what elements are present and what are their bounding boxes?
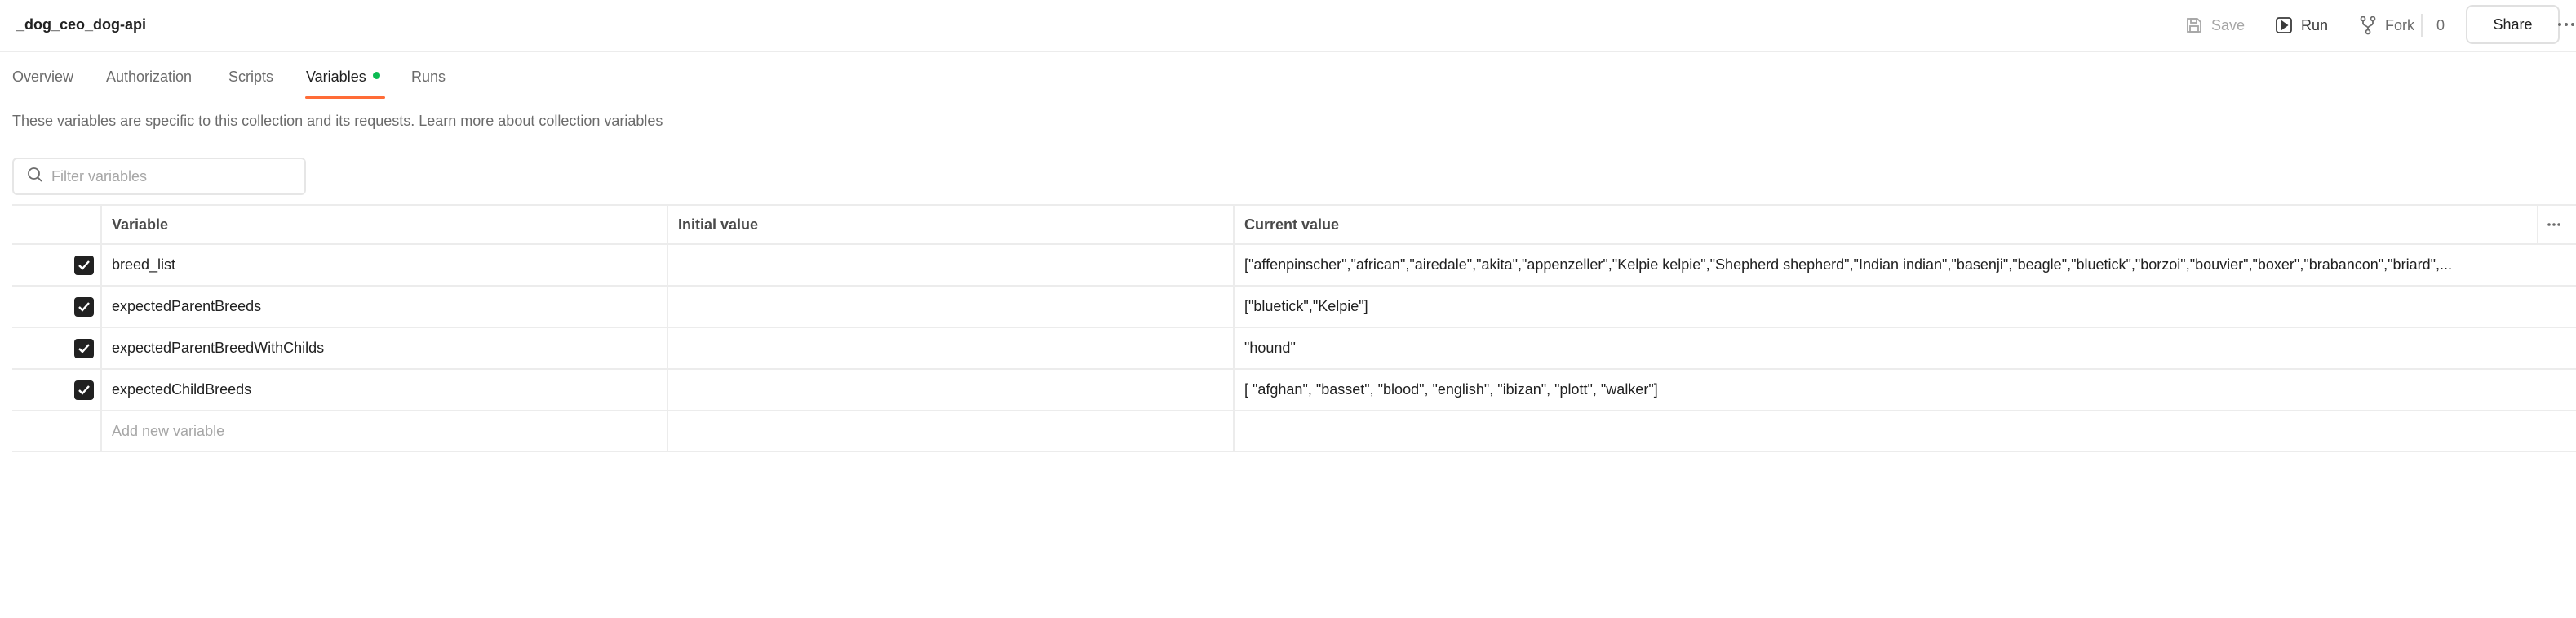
current-value-cell[interactable]: ["bluetick","Kelpie"] (1233, 287, 2576, 327)
tab-scripts[interactable]: Scripts (228, 67, 273, 87)
unsaved-indicator-dot (372, 72, 380, 79)
initial-value-cell[interactable] (667, 370, 1233, 410)
fork-icon (2359, 16, 2377, 35)
filter-variables-input[interactable] (51, 167, 296, 185)
collection-header: _dog_ceo_dog-api Save Run Fork 0 Share (0, 0, 2576, 52)
table-options-icon[interactable] (2537, 206, 2569, 243)
current-value-text: ["bluetick","Kelpie"] (1244, 298, 1368, 314)
variable-name-cell[interactable]: expectedChildBreeds (100, 370, 667, 410)
table-row: expectedParentBreeds ["bluetick","Kelpie… (12, 287, 2576, 328)
fork-label: Fork (2385, 17, 2414, 33)
save-label: Save (2211, 17, 2246, 33)
header-check-cell (12, 206, 100, 243)
tab-runs[interactable]: Runs (411, 67, 446, 87)
table-row: breed_list ["affenpinscher","african","a… (12, 245, 2576, 287)
active-tab-indicator (305, 96, 385, 99)
variable-name-cell[interactable]: expectedParentBreeds (100, 287, 667, 327)
initial-value-cell[interactable] (667, 328, 1233, 368)
description-text: These variables are specific to this col… (12, 113, 539, 129)
row-enabled-checkbox[interactable] (74, 255, 94, 275)
column-header-initial-value: Initial value (667, 206, 1233, 243)
row-enabled-checkbox[interactable] (74, 380, 94, 400)
current-value-text: [ "afghan", "basset", "blood", "english"… (1244, 381, 1658, 398)
collection-variables-link[interactable]: collection variables (539, 113, 663, 129)
row-check-cell (12, 287, 100, 327)
column-header-variable: Variable (100, 206, 667, 243)
play-icon (2275, 16, 2293, 34)
current-value-cell[interactable]: [ "afghan", "basset", "blood", "english"… (1233, 370, 2576, 410)
table-row: expectedParentBreedWithChilds "hound" (12, 328, 2576, 370)
current-value-cell[interactable] (1233, 411, 2576, 451)
variable-name-cell[interactable]: expectedParentBreedWithChilds (100, 328, 667, 368)
current-value-text: "hound" (1244, 340, 1296, 356)
collection-title[interactable]: _dog_ceo_dog-api (16, 13, 146, 36)
table-row: expectedChildBreeds [ "afghan", "basset"… (12, 370, 2576, 411)
tab-variables[interactable]: Variables (306, 67, 380, 87)
save-icon (2185, 16, 2203, 34)
row-enabled-checkbox[interactable] (74, 296, 94, 317)
search-icon (27, 167, 43, 187)
fork-button[interactable]: Fork (2359, 11, 2414, 39)
run-button[interactable]: Run (2275, 11, 2328, 39)
row-check-cell (12, 370, 100, 410)
tab-authorization[interactable]: Authorization (106, 67, 192, 87)
run-label: Run (2301, 17, 2329, 33)
current-value-cell[interactable]: ["affenpinscher","african","airedale","a… (1233, 245, 2576, 285)
variables-description: These variables are specific to this col… (12, 111, 663, 131)
row-enabled-checkbox[interactable] (74, 338, 94, 358)
row-check-cell (12, 411, 100, 451)
more-options-icon[interactable] (2556, 15, 2576, 34)
initial-value-cell[interactable] (667, 411, 1233, 451)
fork-count: 0 (2436, 17, 2445, 33)
current-value-cell[interactable]: "hound" (1233, 328, 2576, 368)
initial-value-cell[interactable] (667, 245, 1233, 285)
row-check-cell (12, 328, 100, 368)
divider (2421, 14, 2423, 37)
initial-value-cell[interactable] (667, 287, 1233, 327)
variable-name-cell[interactable]: breed_list (100, 245, 667, 285)
row-check-cell (12, 245, 100, 285)
add-variable-row: Add new variable (12, 411, 2576, 452)
save-button[interactable]: Save (2185, 11, 2245, 39)
add-new-variable-input[interactable]: Add new variable (100, 411, 667, 451)
filter-variables-field[interactable] (12, 158, 306, 195)
tab-overview[interactable]: Overview (12, 67, 73, 87)
table-header-row: Variable Initial value Current value (12, 204, 2576, 245)
share-button[interactable]: Share (2466, 5, 2560, 44)
tab-variables-label: Variables (306, 69, 366, 85)
column-header-current-value: Current value (1233, 206, 2576, 243)
current-value-text: ["affenpinscher","african","airedale","a… (1244, 256, 2452, 273)
